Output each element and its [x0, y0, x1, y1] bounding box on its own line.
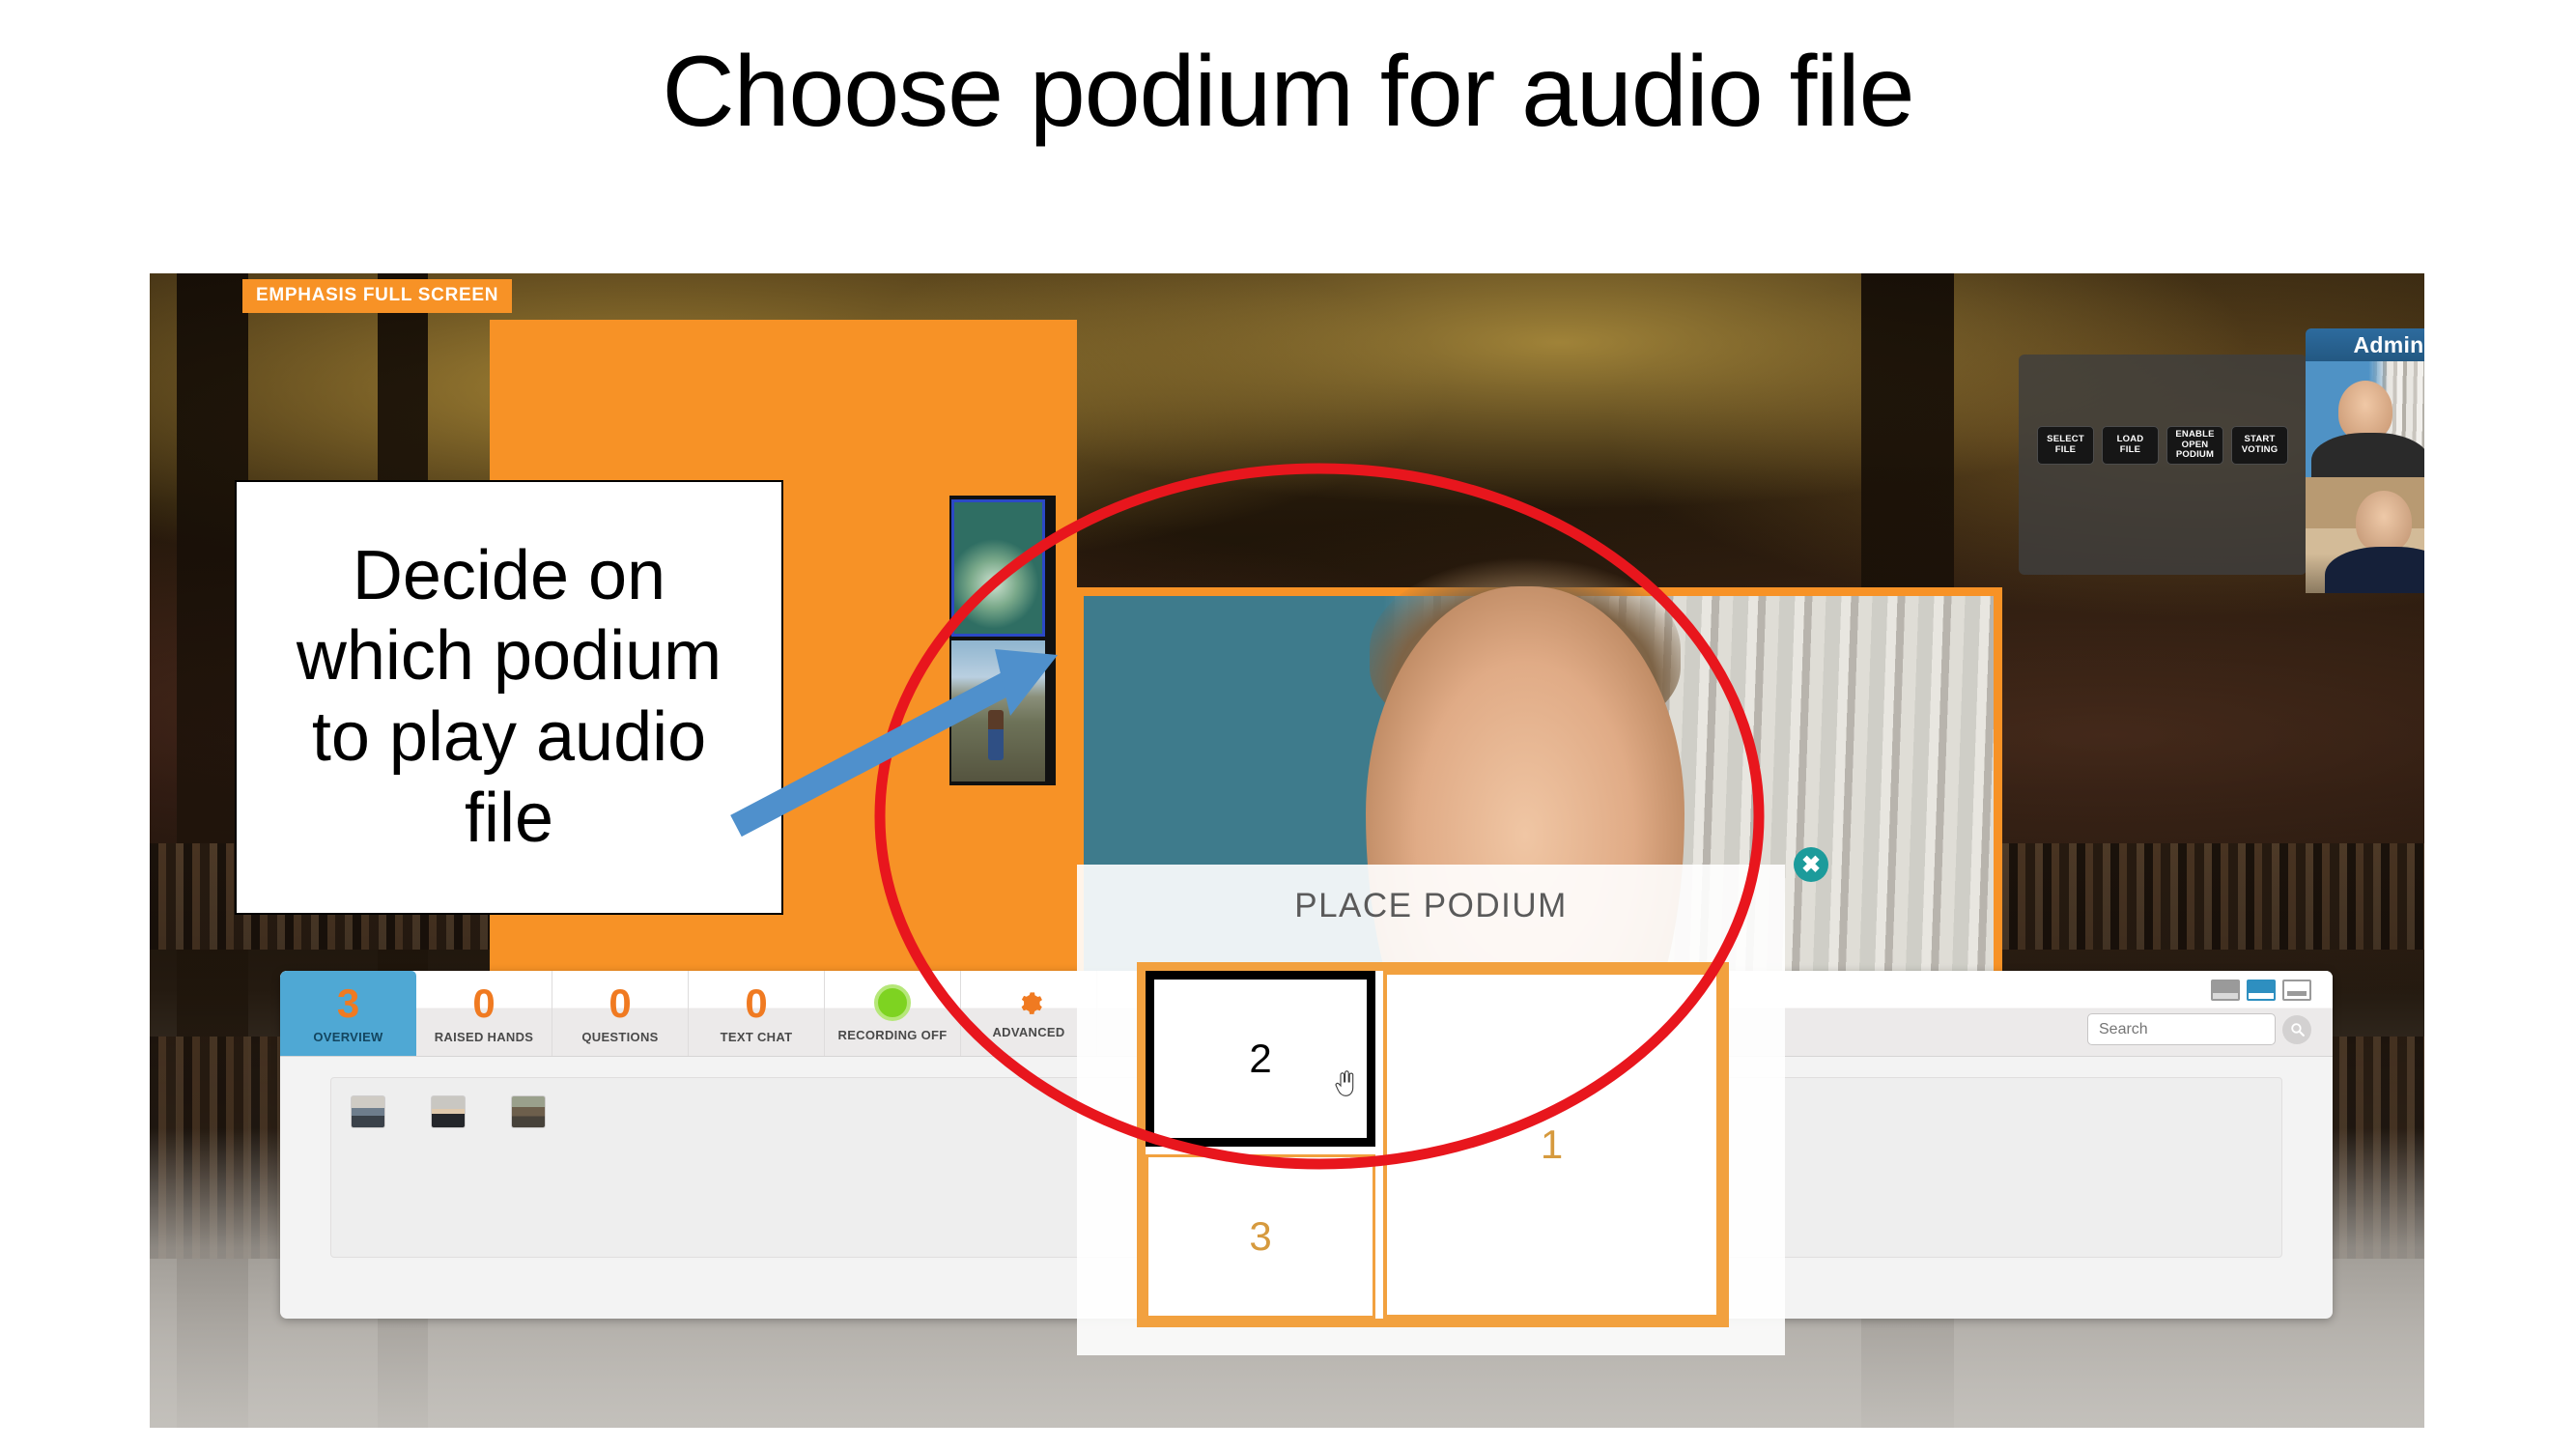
select-file-button[interactable]: SELECT FILE [2037, 426, 2094, 465]
admin-video-feed-1[interactable] [2306, 361, 2424, 477]
admin-label: Admin [2306, 328, 2424, 361]
tab-questions[interactable]: 0 QUESTIONS [552, 971, 689, 1056]
slide-thumbnail-beach[interactable] [951, 640, 1045, 781]
place-podium-title: PLACE PODIUM [1294, 887, 1568, 924]
participant-avatar-1[interactable] [351, 1095, 385, 1128]
tab-label-questions: QUESTIONS [581, 1029, 659, 1044]
tab-label-text-chat: TEXT CHAT [720, 1029, 793, 1044]
admin-video-feed-2[interactable] [2306, 477, 2424, 593]
admin-control-card: SELECT FILE LOAD FILE ENABLE OPEN PODIUM… [2019, 355, 2307, 575]
slide-thumbnail-coral[interactable] [951, 499, 1045, 637]
emphasis-full-screen-badge: EMPHASIS FULL SCREEN [242, 279, 513, 313]
questions-count: 0 [609, 980, 632, 1026]
place-podium-dialog: ✖ PLACE PODIUM 2 3 1 [1077, 847, 1828, 1355]
tab-text-chat[interactable]: 0 TEXT CHAT [689, 971, 825, 1056]
participant-avatar-row [351, 1095, 546, 1128]
tab-label-recording: RECORDING OFF [837, 1028, 948, 1042]
tab-overview[interactable]: 3 OVERVIEW [280, 971, 416, 1056]
podium-cell-2-label: 2 [1249, 1036, 1272, 1081]
gear-icon [1014, 988, 1044, 1018]
podium-cell-2[interactable]: 2 [1146, 971, 1375, 1147]
layout-view-detail-button[interactable] [2282, 980, 2311, 1001]
admin-button-group: SELECT FILE LOAD FILE ENABLE OPEN PODIUM… [2019, 426, 2307, 465]
tab-label-raised-hands: RAISED HANDS [434, 1029, 534, 1044]
start-voting-button[interactable]: START VOTING [2231, 426, 2288, 465]
load-file-button[interactable]: LOAD FILE [2102, 426, 2159, 465]
annotation-callout-text: Decide on which podium to play audio fil… [296, 536, 722, 857]
tab-raised-hands[interactable]: 0 RAISED HANDS [416, 971, 552, 1056]
search-input[interactable] [2087, 1013, 2276, 1045]
tab-label-overview: OVERVIEW [313, 1029, 383, 1044]
podium-cell-1[interactable]: 1 [1383, 971, 1720, 1319]
text-chat-count: 0 [745, 980, 768, 1026]
overview-count: 3 [336, 980, 360, 1026]
enable-open-podium-button[interactable]: ENABLE OPEN PODIUM [2166, 426, 2223, 465]
search-bar [2087, 1013, 2311, 1045]
tab-recording[interactable]: RECORDING OFF [825, 971, 961, 1056]
presenter-thumbnail-strip [949, 496, 1056, 785]
participant-avatar-2[interactable] [431, 1095, 466, 1128]
podium-layout-grid: 2 3 1 [1137, 962, 1729, 1327]
search-icon[interactable] [2282, 1014, 2311, 1044]
annotation-callout-box: Decide on which podium to play audio fil… [235, 480, 783, 915]
participant-avatar-3[interactable] [511, 1095, 546, 1128]
raised-hands-count: 0 [472, 980, 495, 1026]
podium-cell-3[interactable]: 3 [1146, 1154, 1375, 1319]
podium-cell-1-label: 1 [1540, 1122, 1564, 1167]
page-title: Choose podium for audio file [662, 36, 1915, 148]
admin-control-strip: SELECT FILE LOAD FILE ENABLE OPEN PODIUM… [1996, 317, 2424, 858]
layout-toggle-group [2211, 980, 2311, 1001]
hand-pointer-icon [1334, 1062, 1355, 1097]
console-right-controls [2014, 971, 2333, 1056]
admin-video-stack: Admin [2306, 328, 2424, 593]
tab-label-advanced: ADVANCED [992, 1024, 1065, 1039]
layout-view-grid-button[interactable] [2247, 980, 2276, 1001]
close-icon[interactable]: ✖ [1794, 847, 1828, 882]
layout-view-list-button[interactable] [2211, 980, 2240, 1001]
podium-cell-3-label: 3 [1249, 1213, 1272, 1259]
podium-left-column: 2 3 [1146, 971, 1375, 1319]
record-dot-icon [874, 984, 911, 1021]
